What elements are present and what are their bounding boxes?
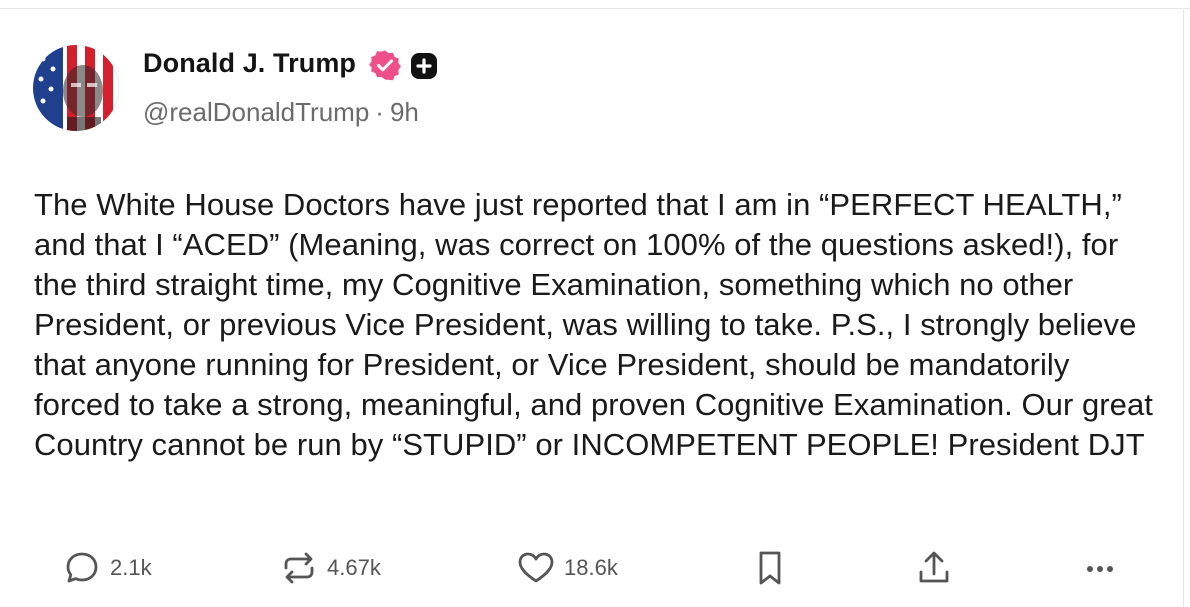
author-handle[interactable]: @realDonaldTrump — [143, 97, 369, 127]
like-button[interactable]: 18.6k — [516, 548, 618, 588]
retruth-button[interactable]: 4.67k — [279, 548, 381, 588]
reply-button[interactable]: 2.1k — [62, 548, 152, 588]
like-count: 18.6k — [564, 555, 618, 580]
bookmark-button[interactable] — [750, 548, 790, 588]
retruth-icon — [284, 552, 314, 584]
retruth-count: 4.67k — [327, 555, 381, 580]
handle-line: @realDonaldTrump · 9h — [143, 97, 419, 128]
display-name[interactable]: Donald J. Trump — [143, 48, 356, 79]
bookmark-icon — [759, 551, 781, 585]
more-icon — [1087, 566, 1113, 572]
reply-icon — [66, 552, 98, 583]
verified-badge-icon — [369, 50, 401, 81]
right-divider — [1183, 8, 1184, 607]
share-button[interactable] — [914, 548, 954, 588]
post-timestamp[interactable]: 9h — [390, 97, 419, 127]
post-card: Donald J. Trump @realDonaldTrump · 9h The … — [0, 0, 1190, 607]
reply-count: 2.1k — [110, 555, 152, 580]
share-icon — [919, 551, 949, 583]
heart-icon — [518, 552, 554, 583]
avatar[interactable] — [33, 45, 119, 131]
post-text: The White House Doctors have just report… — [34, 187, 1153, 462]
top-divider — [0, 8, 1190, 9]
more-button[interactable] — [1080, 548, 1120, 588]
plus-badge-icon — [411, 53, 437, 79]
separator-dot: · — [375, 97, 384, 127]
